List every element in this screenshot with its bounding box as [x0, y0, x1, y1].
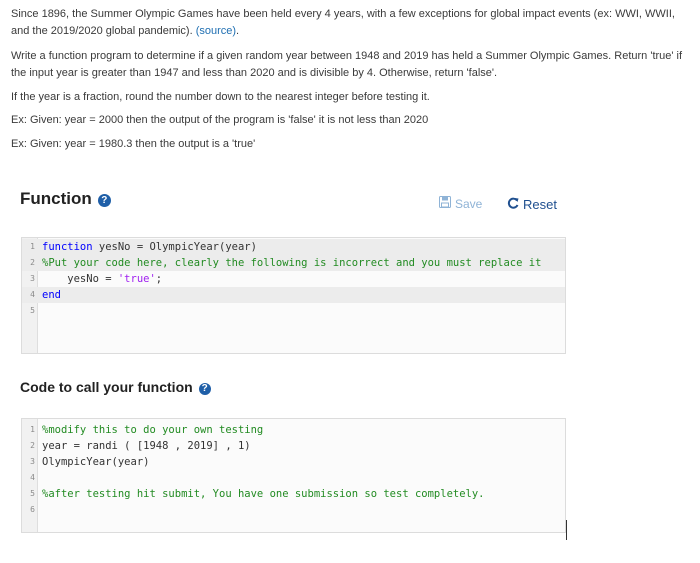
line-number: 1: [30, 242, 35, 251]
code-token: function: [42, 241, 93, 253]
code-token: year = randi ( [1948 , 2019] , 1): [42, 440, 251, 452]
question-circle-icon[interactable]: ?: [198, 383, 211, 395]
line-number: 5: [30, 489, 35, 498]
code-line[interactable]: 3 OlympicYear(year): [22, 454, 565, 470]
code-text: %after testing hit submit, You have one …: [42, 486, 485, 502]
problem-paragraph-4: Ex: Given: year = 2000 then the output o…: [11, 114, 429, 126]
problem-paragraph-2: Write a function program to determine if…: [11, 50, 683, 79]
call-code-editor[interactable]: 1 %modify this to do your own testing 2 yea…: [21, 418, 566, 533]
code-token: OlympicYear(year): [42, 456, 150, 468]
reset-button[interactable]: Reset: [507, 197, 557, 212]
line-number: 4: [30, 290, 35, 299]
code-token: yesNo = OlympicYear(year): [92, 241, 257, 253]
code-token: 'true': [117, 273, 156, 285]
line-number: 2: [30, 258, 35, 267]
code-line[interactable]: 4 end: [22, 287, 565, 303]
line-number: 3: [30, 274, 35, 283]
code-line[interactable]: 4: [22, 470, 565, 486]
function-heading: Function?: [20, 189, 111, 209]
function-code-editor[interactable]: 1 function yesNo = OlympicYear(year) 2 %Put…: [21, 237, 566, 354]
code-text: yesNo = 'true';: [42, 271, 162, 287]
code-text: OlympicYear(year): [42, 454, 149, 470]
code-token: yesNo =: [42, 273, 118, 285]
code-line[interactable]: 1 function yesNo = OlympicYear(year): [22, 239, 565, 255]
line-number: 5: [30, 306, 35, 315]
problem-text: Since 1896, the Summer Olympic Games hav…: [11, 8, 675, 37]
source-link[interactable]: (source): [196, 25, 236, 37]
line-number: 4: [30, 473, 35, 482]
code-token: %modify this to do your own testing: [42, 424, 264, 436]
call-title: Code to call your function: [20, 379, 193, 395]
code-text: function yesNo = OlympicYear(year): [42, 239, 257, 255]
code-line[interactable]: 5 %after testing hit submit, You have one…: [22, 486, 565, 502]
save-button[interactable]: Save: [439, 196, 482, 211]
code-line[interactable]: 2 %Put your code here, clearly the follow…: [22, 255, 565, 271]
reset-label: Reset: [523, 197, 557, 212]
code-token: end: [42, 289, 61, 301]
code-token: ;: [155, 273, 163, 285]
problem-paragraph-3: If the year is a fraction, round the num…: [11, 91, 430, 103]
save-label: Save: [455, 196, 483, 211]
function-title: Function: [20, 189, 92, 208]
floppy-disk-icon: [439, 196, 451, 211]
code-line[interactable]: 5: [22, 303, 565, 319]
line-number: 1: [30, 425, 35, 434]
code-token: %Put your code here, clearly the followi…: [42, 257, 542, 269]
text-cursor: [566, 520, 567, 540]
line-number: 6: [30, 505, 35, 514]
code-line[interactable]: 3 yesNo = 'true';: [22, 271, 565, 287]
question-circle-icon[interactable]: ?: [97, 194, 111, 207]
call-heading: Code to call your function?: [20, 379, 211, 395]
code-line[interactable]: 2 year = randi ( [1948 , 2019] , 1): [22, 438, 565, 454]
code-text: end: [42, 287, 61, 303]
code-line[interactable]: 6: [22, 502, 565, 518]
problem-paragraph-5: Ex: Given: year = 1980.3 then the output…: [11, 138, 256, 150]
code-line[interactable]: 1 %modify this to do your own testing: [22, 422, 565, 438]
line-number: 3: [30, 457, 35, 466]
reset-arrow-icon: [507, 197, 519, 212]
line-number: 2: [30, 441, 35, 450]
code-token: %after testing hit submit, You have one …: [42, 488, 485, 500]
code-text: year = randi ( [1948 , 2019] , 1): [42, 438, 251, 454]
problem-paragraph-1: Since 1896, the Summer Olympic Games hav…: [11, 6, 693, 40]
code-text: %Put your code here, clearly the followi…: [42, 255, 541, 271]
problem-text-end: .: [236, 25, 240, 37]
code-text: %modify this to do your own testing: [42, 422, 263, 438]
